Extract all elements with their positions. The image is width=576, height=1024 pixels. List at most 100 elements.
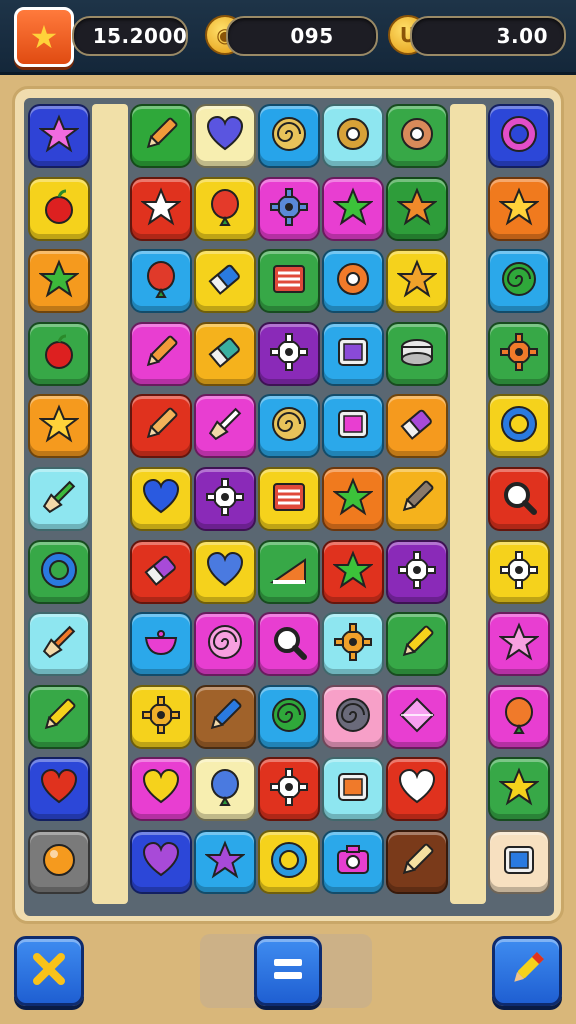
tile-donut[interactable] xyxy=(322,249,384,314)
tile-pencil[interactable] xyxy=(386,612,448,677)
tile-balloon[interactable] xyxy=(194,757,256,822)
tile-camera[interactable] xyxy=(322,830,384,894)
tile-balloon[interactable] xyxy=(130,249,192,314)
pencil-icon xyxy=(141,332,181,376)
tile-book[interactable] xyxy=(258,249,320,314)
swirl-icon xyxy=(269,114,309,158)
tile-box[interactable] xyxy=(322,757,384,822)
gear-icon xyxy=(499,550,539,594)
tile-star[interactable] xyxy=(194,830,256,894)
tile-gear[interactable] xyxy=(258,321,320,386)
tile-star[interactable] xyxy=(322,539,384,604)
tile-donut[interactable] xyxy=(386,104,448,168)
tile-pencil[interactable] xyxy=(386,830,448,894)
tile-ring[interactable] xyxy=(28,539,90,604)
coins-counter: 095 xyxy=(226,16,378,56)
tile-star[interactable] xyxy=(488,612,550,677)
tile-pencil[interactable] xyxy=(194,684,256,749)
cake-icon xyxy=(397,332,437,376)
tile-star[interactable] xyxy=(386,249,448,314)
tile-gear[interactable] xyxy=(258,176,320,241)
swirl-icon xyxy=(499,259,539,303)
tile-cake[interactable] xyxy=(386,321,448,386)
menu-button[interactable] xyxy=(254,936,322,1006)
tile-star[interactable] xyxy=(28,249,90,314)
tile-star[interactable] xyxy=(488,757,550,822)
tile-swirl[interactable] xyxy=(194,612,256,677)
tile-box[interactable] xyxy=(488,830,550,894)
tile-pencil[interactable] xyxy=(130,104,192,168)
tile-heart[interactable] xyxy=(194,104,256,168)
tile-gear[interactable] xyxy=(488,539,550,604)
tile-swirl[interactable] xyxy=(488,249,550,314)
tile-heart[interactable] xyxy=(386,757,448,822)
tile-star[interactable] xyxy=(488,176,550,241)
tile-eraser[interactable] xyxy=(194,321,256,386)
pencil-button[interactable] xyxy=(492,936,562,1006)
tile-star[interactable] xyxy=(28,394,90,459)
tile-heart[interactable] xyxy=(28,757,90,822)
tile-box[interactable] xyxy=(322,394,384,459)
tile-brush[interactable] xyxy=(28,467,90,531)
tile-heart[interactable] xyxy=(130,757,192,822)
tile-gear[interactable] xyxy=(488,321,550,386)
tile-pencil[interactable] xyxy=(130,394,192,459)
tile-donut[interactable] xyxy=(322,104,384,168)
close-icon xyxy=(29,949,69,993)
close-button[interactable] xyxy=(14,936,84,1006)
empty-column xyxy=(450,104,486,904)
tile-gear[interactable] xyxy=(322,612,384,677)
ring-icon xyxy=(499,404,539,448)
tile-pencil[interactable] xyxy=(386,467,448,531)
tile-eraser[interactable] xyxy=(130,539,192,604)
tile-heart[interactable] xyxy=(194,539,256,604)
tile-ring[interactable] xyxy=(488,104,550,168)
tile-box[interactable] xyxy=(322,321,384,386)
tile-wedge[interactable] xyxy=(258,539,320,604)
tile-gear[interactable] xyxy=(130,684,192,749)
tile-magnifier[interactable] xyxy=(488,467,550,531)
tile-orb[interactable] xyxy=(28,830,90,894)
heart-icon xyxy=(141,477,181,521)
tile-gear[interactable] xyxy=(386,539,448,604)
tile-bowl[interactable] xyxy=(130,612,192,677)
tile-swirl[interactable] xyxy=(322,684,384,749)
ring-icon xyxy=(39,550,79,594)
star-icon xyxy=(332,477,374,521)
tile-heart[interactable] xyxy=(130,467,192,531)
tile-pencil[interactable] xyxy=(28,684,90,749)
tile-ring[interactable] xyxy=(488,394,550,459)
tile-apple[interactable] xyxy=(28,321,90,386)
donut-icon xyxy=(333,114,373,158)
tile-gear[interactable] xyxy=(194,467,256,531)
tile-swirl[interactable] xyxy=(258,394,320,459)
tile-ring[interactable] xyxy=(258,830,320,894)
tile-swirl[interactable] xyxy=(258,684,320,749)
tile-star[interactable] xyxy=(28,104,90,168)
gear-icon xyxy=(205,477,245,521)
tile-heart[interactable] xyxy=(130,830,192,894)
pencil-icon xyxy=(397,840,437,884)
tile-balloon[interactable] xyxy=(194,176,256,241)
tile-star[interactable] xyxy=(130,176,192,241)
tile-magnifier[interactable] xyxy=(258,612,320,677)
balloon-icon xyxy=(205,767,245,811)
tile-brush[interactable] xyxy=(28,612,90,677)
tile-apple[interactable] xyxy=(28,176,90,241)
eraser-icon xyxy=(141,550,181,594)
tile-star[interactable] xyxy=(322,176,384,241)
tile-pencil[interactable] xyxy=(130,321,192,386)
box-icon xyxy=(333,767,373,811)
tile-gem[interactable] xyxy=(386,684,448,749)
tile-star[interactable] xyxy=(386,176,448,241)
gear-icon xyxy=(397,550,437,594)
tile-eraser[interactable] xyxy=(386,394,448,459)
tile-swirl[interactable] xyxy=(258,104,320,168)
tile-star[interactable] xyxy=(322,467,384,531)
tile-book[interactable] xyxy=(258,467,320,531)
tile-eraser[interactable] xyxy=(194,249,256,314)
tile-balloon[interactable] xyxy=(488,684,550,749)
pencil-icon xyxy=(205,695,245,739)
tile-brush[interactable] xyxy=(194,394,256,459)
tile-gear[interactable] xyxy=(258,757,320,822)
